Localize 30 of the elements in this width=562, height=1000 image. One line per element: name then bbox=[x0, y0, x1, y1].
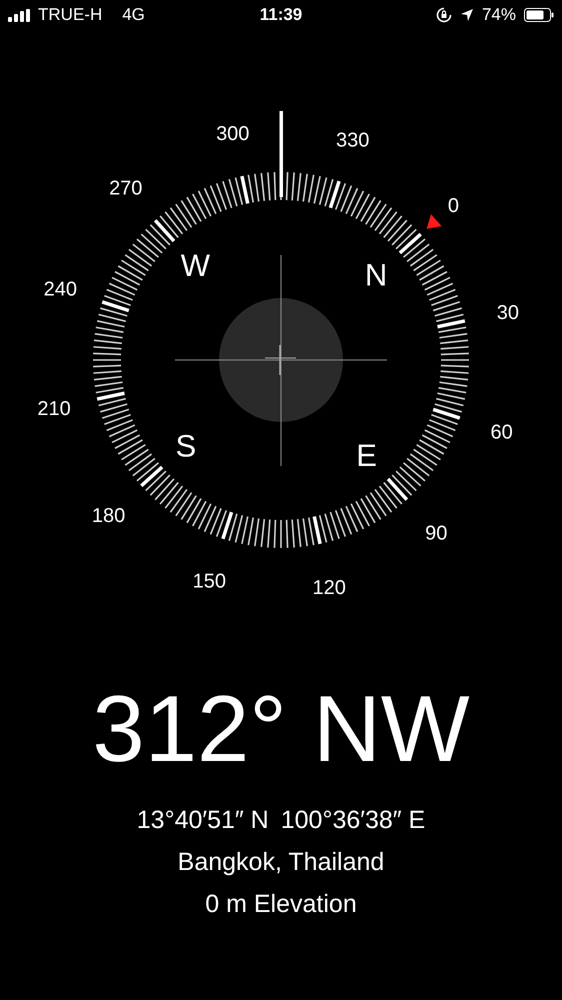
degree-label: 270 bbox=[109, 178, 142, 200]
network-type: 4G bbox=[122, 4, 145, 26]
degree-label: 0 bbox=[448, 194, 459, 217]
cardinal-label: N bbox=[364, 257, 388, 292]
north-marker-icon bbox=[426, 214, 442, 229]
rotation-lock-icon bbox=[436, 7, 452, 23]
degree-label: 180 bbox=[92, 505, 126, 528]
degree-label: 210 bbox=[37, 398, 71, 420]
carrier-name: TRUE-H bbox=[38, 4, 102, 26]
elevation: 0 m Elevation bbox=[205, 889, 357, 920]
cardinal-label: W bbox=[180, 248, 210, 283]
degree-label: 240 bbox=[44, 278, 78, 300]
cardinal-label: S bbox=[176, 428, 196, 464]
degree-label: 330 bbox=[336, 129, 370, 152]
heading-reading: 312° NW bbox=[92, 682, 470, 776]
battery-percent: 74% bbox=[482, 4, 516, 26]
degree-label: 300 bbox=[216, 123, 250, 146]
degree-label: 150 bbox=[192, 570, 226, 593]
location-arrow-icon bbox=[460, 8, 474, 22]
battery-icon bbox=[524, 8, 554, 22]
signal-icon bbox=[8, 8, 30, 22]
degree-label: 30 bbox=[496, 302, 520, 324]
latitude: 13°40′51″ N bbox=[136, 805, 269, 836]
cardinal-label: E bbox=[356, 438, 377, 474]
status-time: 11:39 bbox=[258, 4, 304, 26]
degree-label: 60 bbox=[490, 422, 513, 444]
place-name: Bangkok, Thailand bbox=[178, 847, 384, 878]
degree-label: 90 bbox=[425, 522, 448, 544]
degree-label: 120 bbox=[312, 576, 346, 599]
longitude: 100°36′38″ E bbox=[280, 805, 426, 836]
